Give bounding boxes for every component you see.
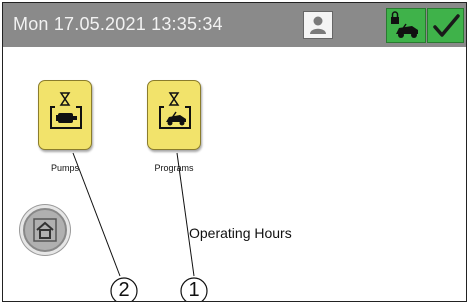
callout-lines [72,152,208,301]
screen-frame: Mon 17.05.2021 13:35:34 Pumps Programs O… [2,2,467,302]
callout-number-2: 2 [118,279,130,301]
callout-line-2 [72,152,121,277]
callout-line-1 [176,152,195,277]
callout-number-1: 1 [188,279,200,301]
